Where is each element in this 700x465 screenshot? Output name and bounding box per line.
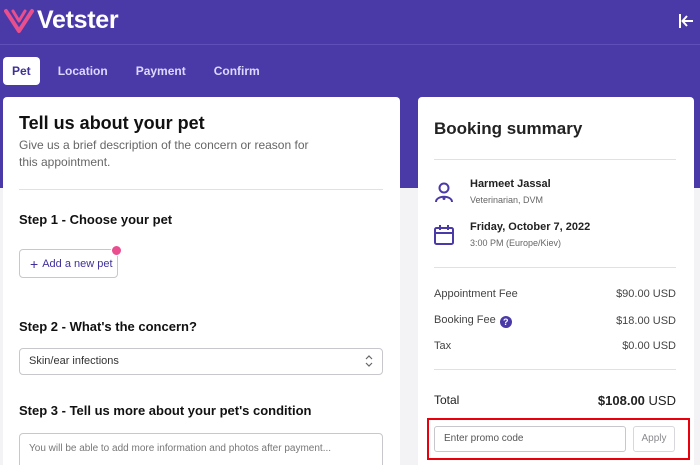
collapse-sidebar-icon[interactable] (678, 12, 694, 30)
total-label: Total (434, 393, 460, 407)
booking-fee-label: Booking Fee (434, 314, 496, 326)
tab-pet[interactable]: Pet (3, 57, 40, 85)
pet-form-card: Tell us about your pet Give us a brief d… (3, 97, 400, 465)
step2-title: Step 2 - What's the concern? (19, 319, 197, 334)
summary-divider-bottom (434, 369, 676, 370)
step1-title: Step 1 - Choose your pet (19, 212, 173, 227)
help-icon[interactable]: ? (499, 316, 512, 328)
calendar-icon (434, 225, 454, 245)
tab-location[interactable]: Location (48, 57, 118, 85)
vetster-logo-icon (4, 8, 34, 33)
summary-divider-mid (434, 267, 676, 268)
condition-textarea[interactable]: You will be able to add more information… (19, 433, 383, 465)
top-bar: Vetster (0, 0, 700, 45)
form-subtitle: Give us a brief description of the conce… (19, 138, 309, 169)
notification-dot (111, 245, 122, 256)
vetster-logo[interactable]: Vetster (4, 6, 119, 35)
summary-title: Booking summary (434, 119, 583, 138)
form-divider (19, 189, 383, 190)
tab-confirm[interactable]: Confirm (204, 57, 270, 85)
total-currency: USD (648, 393, 676, 408)
booking-steps-tabs: Pet Location Payment Confirm (0, 56, 278, 86)
tab-payment[interactable]: Payment (126, 57, 196, 85)
vet-icon (435, 182, 453, 203)
appointment-date: Friday, October 7, 2022 (470, 221, 591, 233)
apply-promo-button[interactable]: Apply (633, 426, 675, 452)
appointment-fee-value: $90.00 USD (616, 288, 676, 300)
total-row: Total $108.00 USD (434, 393, 676, 408)
total-amount: $108.00 (597, 393, 645, 408)
summary-divider-top (434, 159, 676, 160)
vet-name: Harmeet Jassal (470, 178, 551, 190)
total-value: $108.00 USD (598, 393, 676, 408)
form-title: Tell us about your pet (19, 113, 205, 133)
tax-label: Tax (434, 340, 452, 352)
tax-row: Tax $0.00 USD (434, 340, 676, 352)
booking-fee-row: Booking Fee? $18.00 USD (434, 314, 676, 328)
vet-role: Veterinarian, DVM (470, 195, 544, 205)
booking-summary-card: Booking summary Harmeet Jassal Veterinar… (418, 97, 694, 465)
select-arrows-icon (365, 355, 373, 367)
booking-fee-value: $18.00 USD (616, 315, 676, 327)
plus-icon: + (30, 255, 39, 272)
add-pet-label: Add a new pet (42, 257, 113, 270)
promo-code-input[interactable]: Enter promo code (434, 426, 626, 452)
appointment-time: 3:00 PM (Europe/Kiev) (470, 238, 562, 248)
concern-select-value: Skin/ear infections (29, 355, 119, 367)
step3-title: Step 3 - Tell us more about your pet's c… (19, 403, 312, 418)
appointment-fee-row: Appointment Fee $90.00 USD (434, 288, 676, 300)
add-pet-button[interactable]: + Add a new pet (19, 249, 118, 278)
brand-name: Vetster (37, 6, 119, 34)
tax-value: $0.00 USD (622, 340, 676, 352)
appointment-fee-label: Appointment Fee (434, 288, 518, 300)
concern-select[interactable]: Skin/ear infections (19, 348, 383, 375)
